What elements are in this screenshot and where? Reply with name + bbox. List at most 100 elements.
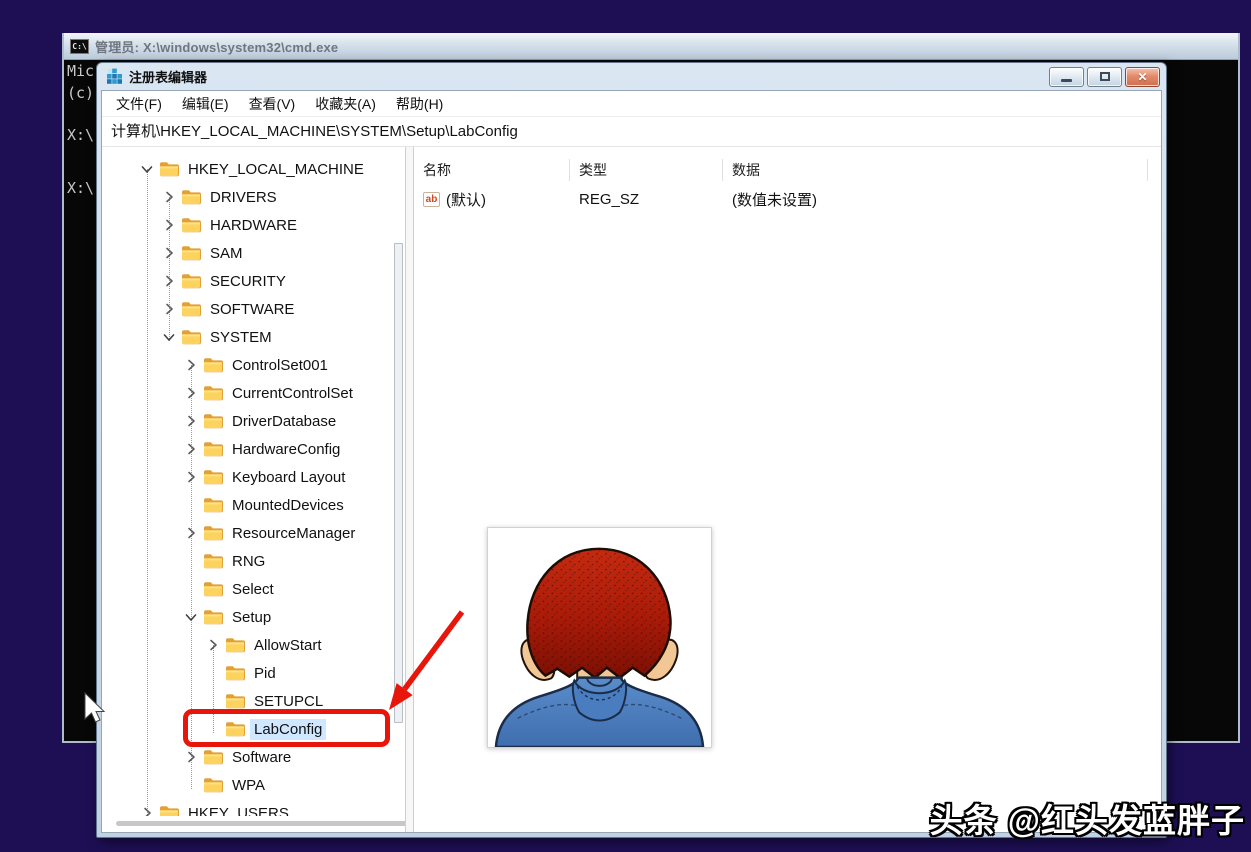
- folder-icon: [203, 581, 223, 597]
- tree-item-hardwareconfig[interactable]: HardwareConfig: [102, 435, 405, 463]
- regedit-titlebar[interactable]: 注册表编辑器 ✕: [97, 63, 1166, 90]
- tree-item-label: SAM: [206, 243, 247, 264]
- folder-icon: [203, 357, 223, 373]
- chevron-right-icon[interactable]: [183, 525, 199, 541]
- chevron-right-icon[interactable]: [183, 385, 199, 401]
- folder-icon: [203, 413, 223, 429]
- tree-item-label: Pid: [250, 663, 280, 684]
- tree-item-currentcontrolset[interactable]: CurrentControlSet: [102, 379, 405, 407]
- tree-item-hkey-local-machine[interactable]: HKEY_LOCAL_MACHINE: [102, 155, 405, 183]
- chevron-right-icon[interactable]: [183, 441, 199, 457]
- tree-item-select[interactable]: Select: [102, 575, 405, 603]
- folder-icon: [203, 441, 223, 457]
- tree-item-label: SYSTEM: [206, 327, 276, 348]
- reg-sz-icon: ab: [423, 192, 440, 207]
- tree-item-drivers[interactable]: DRIVERS: [102, 183, 405, 211]
- red-hair-back-view-illustration: [488, 528, 711, 747]
- tree-item-label: MountedDevices: [228, 495, 348, 516]
- tree-item-label: Software: [228, 747, 295, 768]
- folder-icon: [225, 693, 245, 709]
- folder-icon: [159, 161, 179, 177]
- folder-icon: [225, 637, 245, 653]
- value-data-cell: (数值未设置): [723, 189, 1148, 210]
- chevron-right-icon[interactable]: [205, 637, 221, 653]
- chevron-right-icon[interactable]: [183, 469, 199, 485]
- tree-item-label: AllowStart: [250, 635, 326, 656]
- labconfig-highlight-box: [183, 709, 390, 747]
- folder-icon: [181, 329, 201, 345]
- cmd-titlebar[interactable]: C:\ 管理员: X:\windows\system32\cmd.exe: [64, 33, 1238, 60]
- folder-icon: [181, 301, 201, 317]
- tree-item-software[interactable]: SOFTWARE: [102, 295, 405, 323]
- column-header-数据[interactable]: 数据: [723, 159, 1148, 181]
- maximize-button[interactable]: [1087, 67, 1122, 87]
- chevron-down-icon[interactable]: [139, 161, 155, 177]
- horizontal-scrollbar[interactable]: [116, 821, 406, 826]
- tree-item-setup[interactable]: Setup: [102, 603, 405, 631]
- tree-item-label: DRIVERS: [206, 187, 281, 208]
- tree-item-keyboard-layout[interactable]: Keyboard Layout: [102, 463, 405, 491]
- values-header-row: 名称类型数据: [414, 155, 1161, 185]
- minimize-button[interactable]: [1049, 67, 1084, 87]
- folder-icon: [203, 553, 223, 569]
- console-line: X:\: [67, 126, 94, 144]
- menu-item[interactable]: 帮助(H): [386, 94, 453, 114]
- tree-item-rng[interactable]: RNG: [102, 547, 405, 575]
- cartoon-image: [487, 527, 712, 748]
- value-row[interactable]: ab(默认)REG_SZ(数值未设置): [414, 185, 1161, 213]
- folder-icon: [203, 469, 223, 485]
- chevron-right-icon[interactable]: [161, 189, 177, 205]
- chevron-spacer: [205, 693, 221, 709]
- value-name-cell: ab(默认): [414, 189, 570, 210]
- folder-icon: [203, 777, 223, 793]
- folder-icon: [181, 245, 201, 261]
- tree-item-system[interactable]: SYSTEM: [102, 323, 405, 351]
- console-line: Mic: [67, 62, 94, 80]
- tree-item-sam[interactable]: SAM: [102, 239, 405, 267]
- registry-address-bar[interactable]: 计算机\HKEY_LOCAL_MACHINE\SYSTEM\Setup\LabC…: [102, 117, 1161, 147]
- menu-item[interactable]: 文件(F): [106, 94, 172, 114]
- watermark-text: 头条 @红头发蓝胖子: [930, 794, 1245, 842]
- chevron-right-icon[interactable]: [183, 357, 199, 373]
- tree-item-wpa[interactable]: WPA: [102, 771, 405, 799]
- tree-item-driverdatabase[interactable]: DriverDatabase: [102, 407, 405, 435]
- tree-item-mounteddevices[interactable]: MountedDevices: [102, 491, 405, 519]
- chevron-right-icon[interactable]: [183, 413, 199, 429]
- folder-icon: [203, 497, 223, 513]
- chevron-right-icon[interactable]: [161, 301, 177, 317]
- chevron-right-icon[interactable]: [183, 749, 199, 765]
- tree-item-software[interactable]: Software: [102, 743, 405, 771]
- tree-item-controlset001[interactable]: ControlSet001: [102, 351, 405, 379]
- chevron-down-icon[interactable]: [183, 609, 199, 625]
- chevron-down-icon[interactable]: [161, 329, 177, 345]
- column-header-类型[interactable]: 类型: [570, 159, 723, 181]
- chevron-right-icon[interactable]: [161, 245, 177, 261]
- tree-item-label: HardwareConfig: [228, 439, 344, 460]
- folder-icon: [203, 385, 223, 401]
- cmd-icon: C:\: [70, 39, 89, 54]
- menu-bar: 文件(F)编辑(E)查看(V)收藏夹(A)帮助(H): [102, 91, 1161, 117]
- pane-splitter[interactable]: [406, 147, 414, 832]
- tree-item-allowstart[interactable]: AllowStart: [102, 631, 405, 659]
- tree-item-resourcemanager[interactable]: ResourceManager: [102, 519, 405, 547]
- menu-item[interactable]: 查看(V): [239, 94, 306, 114]
- tree-item-pid[interactable]: Pid: [102, 659, 405, 687]
- minimize-icon: [1061, 79, 1072, 82]
- menu-item[interactable]: 收藏夹(A): [305, 94, 386, 114]
- chevron-spacer: [205, 665, 221, 681]
- folder-icon: [181, 273, 201, 289]
- chevron-spacer: [183, 777, 199, 793]
- tree-item-label: DriverDatabase: [228, 411, 340, 432]
- chevron-right-icon[interactable]: [161, 273, 177, 289]
- tree-item-label: Select: [228, 579, 278, 600]
- cmd-title: 管理员: X:\windows\system32\cmd.exe: [95, 37, 338, 56]
- close-button[interactable]: ✕: [1125, 67, 1160, 87]
- chevron-spacer: [183, 497, 199, 513]
- column-header-名称[interactable]: 名称: [414, 159, 570, 181]
- chevron-right-icon[interactable]: [161, 217, 177, 233]
- tree-item-hardware[interactable]: HARDWARE: [102, 211, 405, 239]
- chevron-spacer: [183, 553, 199, 569]
- tree-item-security[interactable]: SECURITY: [102, 267, 405, 295]
- menu-item[interactable]: 编辑(E): [172, 94, 239, 114]
- folder-icon: [203, 749, 223, 765]
